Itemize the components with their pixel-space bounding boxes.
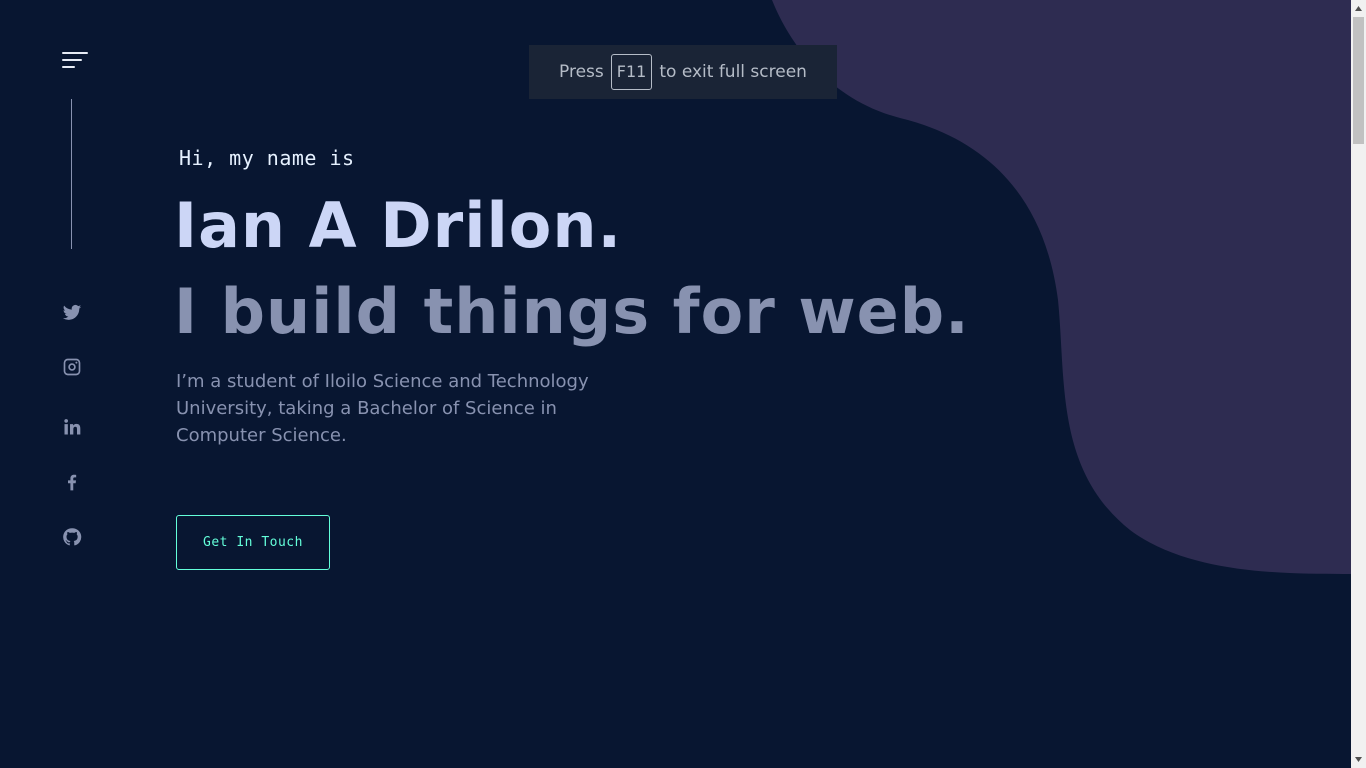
hero-tagline: I build things for web. <box>174 275 970 348</box>
scroll-up-arrow-icon[interactable] <box>1351 0 1366 17</box>
sidebar-divider <box>71 99 72 249</box>
hamburger-menu-icon[interactable] <box>62 50 88 70</box>
vertical-scrollbar[interactable] <box>1351 0 1366 768</box>
instagram-icon[interactable] <box>60 355 84 379</box>
page: Press F11 to exit full screen Hi, my nam… <box>0 0 1366 768</box>
twitter-icon[interactable] <box>60 301 84 325</box>
fullscreen-notice-suffix: to exit full screen <box>659 62 807 82</box>
github-icon[interactable] <box>60 525 84 549</box>
f11-key-badge: F11 <box>610 54 653 90</box>
linkedin-icon[interactable] <box>60 415 84 439</box>
hero-name: Ian A Drilon. <box>174 189 623 262</box>
scroll-down-arrow-icon[interactable] <box>1351 751 1366 768</box>
get-in-touch-button[interactable]: Get In Touch <box>176 515 330 570</box>
facebook-icon[interactable] <box>60 470 84 494</box>
fullscreen-notice-prefix: Press <box>559 62 604 82</box>
scrollbar-thumb[interactable] <box>1353 17 1364 144</box>
hero-greeting: Hi, my name is <box>179 146 355 170</box>
fullscreen-notice: Press F11 to exit full screen <box>529 45 837 99</box>
hero-bio: I’m a student of Iloilo Science and Tech… <box>176 371 589 446</box>
